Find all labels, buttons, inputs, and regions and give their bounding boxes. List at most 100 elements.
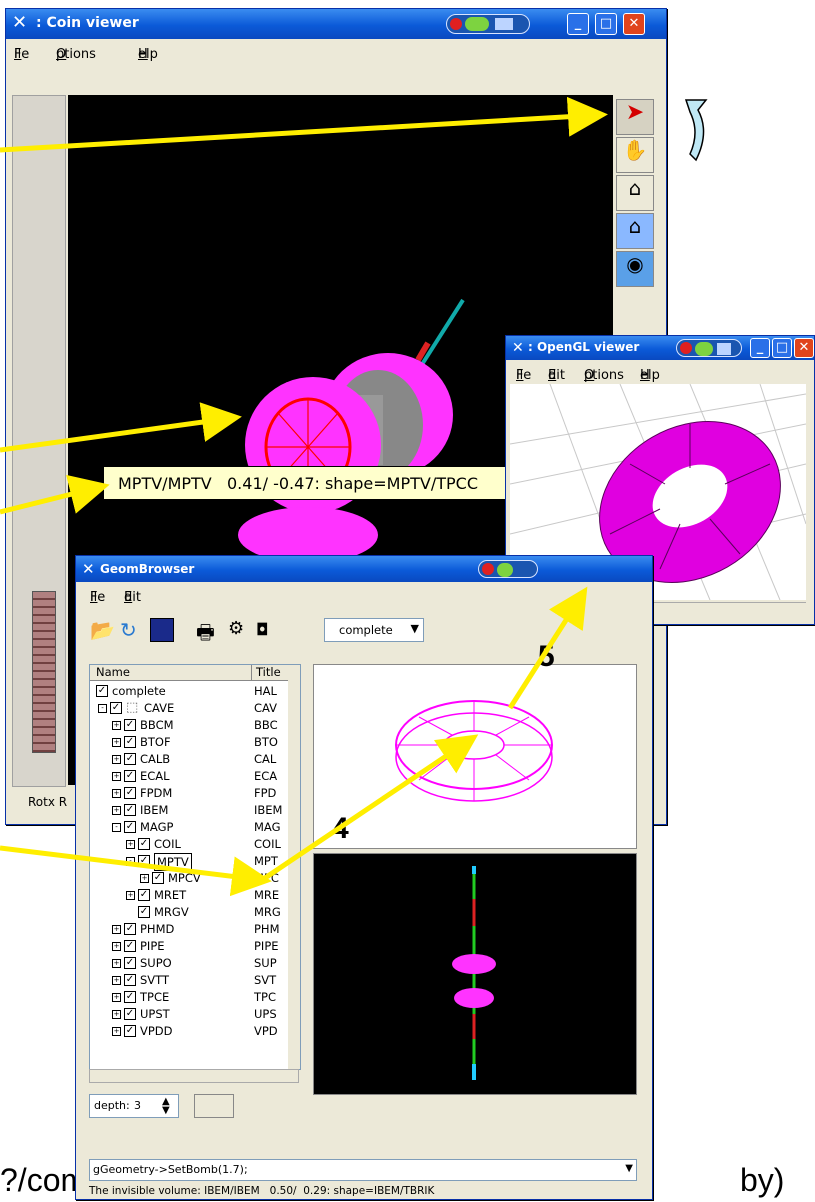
checkbox-checked[interactable]: ✓ [138,838,150,850]
cube-icon[interactable]: ◘ [256,620,276,640]
close-button[interactable]: ✕ [623,13,645,35]
tree-row[interactable]: + ✓ COIL COIL [90,836,288,852]
collapse-icon[interactable]: - [98,704,107,713]
expand-icon[interactable]: + [112,925,121,934]
minimize-button[interactable]: _ [567,13,589,35]
tree-hscrollbar[interactable] [89,1069,299,1083]
checkbox-checked[interactable]: ✓ [124,957,136,969]
expand-icon[interactable]: + [112,806,121,815]
tree-row[interactable]: + ✓ PIPE PIPE [90,938,288,954]
expand-icon[interactable]: + [112,1027,121,1036]
expand-icon[interactable]: + [112,721,121,730]
rotx-thumbwheel[interactable] [32,591,56,753]
expand-icon[interactable]: + [112,942,121,951]
volume-combo[interactable]: complete ▼ [324,618,424,642]
expand-icon[interactable]: + [112,993,121,1002]
tree-row[interactable]: - ✓ MAGP MAG [90,819,288,835]
set-home-button[interactable]: ⌂ [616,213,654,249]
checkbox-checked[interactable]: ✓ [124,991,136,1003]
checkbox-checked[interactable]: ✓ [124,1008,136,1020]
expand-icon[interactable]: + [126,840,135,849]
home-button[interactable]: ⌂ [616,175,654,211]
nvidia-pill-icon[interactable] [446,14,530,34]
collapse-icon[interactable]: - [126,857,135,866]
tree-row[interactable]: - ✓ ⬚ CAVE CAV [90,700,288,716]
save-icon[interactable] [150,618,174,642]
close-button[interactable]: ✕ [794,338,814,358]
geombrowser-titlebar[interactable]: ✕ GeomBrowser [76,556,652,582]
minimize-button[interactable]: _ [750,338,770,358]
checkbox-checked[interactable]: ✓ [96,685,108,697]
callout-5: 5 [538,640,555,673]
depth-spinbox[interactable]: depth: 3 ▲ ▼ [89,1094,179,1118]
depth-slider[interactable] [194,1094,234,1118]
tree-row[interactable]: + ✓ SUPO SUP [90,955,288,971]
expand-icon[interactable]: + [112,789,121,798]
expand-icon[interactable]: + [126,891,135,900]
expand-icon[interactable]: + [112,1010,121,1019]
tree-row[interactable]: + ✓ CALB CAL [90,751,288,767]
tree-row[interactable]: + ✓ VPDD VPD [90,1023,288,1039]
tree-row[interactable]: + ✓ IBEM IBEM [90,802,288,818]
tree-row[interactable]: + ✓ PHMD PHM [90,921,288,937]
spin-arrows-icon[interactable]: ▲ ▼ [162,1097,170,1116]
tree-header-title[interactable]: Title [252,665,288,681]
checkbox-checked[interactable]: ✓ [124,1025,136,1037]
tree-row[interactable]: + ✓ UPST UPS [90,1006,288,1022]
collapse-icon[interactable]: - [112,823,121,832]
tree-vscrollbar[interactable] [288,665,300,1069]
tree-row[interactable]: - ✓ MPTV MPT [90,853,288,871]
tree-row[interactable]: + ✓ MRET MRE [90,887,288,903]
checkbox-checked[interactable]: ✓ [124,804,136,816]
top-preview-pane[interactable] [313,664,637,849]
command-input[interactable]: gGeometry->SetBomb(1.7); ▼ [89,1159,637,1181]
opengl-viewer-titlebar[interactable]: ✕ : OpenGL viewer _ □ ✕ [506,336,814,360]
checkbox-checked[interactable]: ✓ [152,872,164,884]
tree-row[interactable]: + ✓ FPDM FPD [90,785,288,801]
nvidia-pill-icon[interactable] [676,339,742,357]
checkbox-checked[interactable]: ✓ [124,940,136,952]
tree-row[interactable]: + ✓ SVTT SVT [90,972,288,988]
volume-tree[interactable]: Name Title ✓ complete HAL - ✓ ⬚ CAVE CAV + ✓ BBCM B… [89,664,301,1070]
checkbox-checked[interactable]: ✓ [124,787,136,799]
expand-icon[interactable]: + [112,755,121,764]
select-pointer-button[interactable]: ➤ [616,99,654,135]
tree-row[interactable]: ✓ complete HAL [90,683,288,699]
open-folder-icon[interactable]: 📂 [90,618,115,642]
bottom-preview-pane[interactable] [313,853,637,1095]
checkbox-checked[interactable]: ✓ [124,821,136,833]
checkbox-checked[interactable]: ✓ [124,753,136,765]
chevron-down-icon[interactable]: ▼ [625,1163,633,1174]
tree-header-name[interactable]: Name [90,665,252,681]
hand-view-button[interactable]: ✋ [616,137,654,173]
inspect-icon[interactable]: ⚙ [228,618,252,642]
view-all-button[interactable]: ◉ [616,251,654,287]
checkbox-checked[interactable]: ✓ [124,719,136,731]
checkbox-checked[interactable]: ✓ [138,855,150,867]
coin-viewer-titlebar[interactable]: ✕ : Coin viewer _ □ ✕ [6,9,666,39]
expand-icon[interactable]: + [112,772,121,781]
tree-row[interactable]: + ✓ MPCV MPC [90,870,288,886]
expand-icon[interactable]: + [140,874,149,883]
maximize-button[interactable]: □ [595,13,617,35]
tree-row[interactable]: + ✓ ECAL ECA [90,768,288,784]
refresh-icon[interactable]: ↻ [120,618,144,642]
print-icon[interactable]: 🖶 [196,618,220,644]
checkbox-checked[interactable]: ✓ [110,702,122,714]
tree-row[interactable]: + ✓ BTOF BTO [90,734,288,750]
checkbox-checked[interactable]: ✓ [124,770,136,782]
checkbox-checked[interactable]: ✓ [124,923,136,935]
checkbox-checked[interactable]: ✓ [138,906,150,918]
expand-icon[interactable]: + [112,959,121,968]
checkbox-checked[interactable]: ✓ [124,974,136,986]
tree-row-title: HAL [254,684,277,698]
expand-icon[interactable]: + [112,976,121,985]
tree-row[interactable]: ✓ MRGV MRG [90,904,288,920]
maximize-button[interactable]: □ [772,338,792,358]
tree-row[interactable]: + ✓ TPCE TPC [90,989,288,1005]
expand-icon[interactable]: + [112,738,121,747]
nvidia-pill-icon[interactable] [478,560,538,578]
checkbox-checked[interactable]: ✓ [124,736,136,748]
tree-row[interactable]: + ✓ BBCM BBC [90,717,288,733]
checkbox-checked[interactable]: ✓ [138,889,150,901]
